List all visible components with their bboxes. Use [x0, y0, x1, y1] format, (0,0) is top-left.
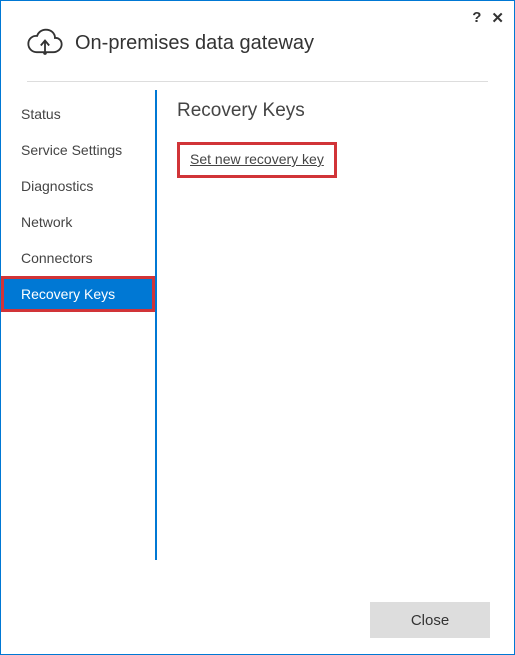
sidebar-item-network[interactable]: Network — [1, 204, 155, 240]
sidebar: Status Service Settings Diagnostics Netw… — [1, 90, 157, 560]
set-recovery-key-link[interactable]: Set new recovery key — [190, 151, 324, 167]
recovery-key-link-highlight: Set new recovery key — [177, 142, 337, 178]
app-logo — [25, 23, 65, 63]
content-pane: Recovery Keys Set new recovery key — [157, 90, 514, 560]
sidebar-item-recovery-keys[interactable]: Recovery Keys — [1, 276, 155, 312]
close-icon[interactable]: ✕ — [491, 9, 504, 27]
help-icon[interactable]: ? — [472, 9, 481, 27]
app-title: On-premises data gateway — [75, 32, 314, 55]
sidebar-item-connectors[interactable]: Connectors — [1, 240, 155, 276]
body: Status Service Settings Diagnostics Netw… — [1, 82, 514, 560]
footer: Close — [370, 602, 490, 638]
close-button[interactable]: Close — [370, 602, 490, 638]
header: On-premises data gateway ? ✕ — [1, 1, 514, 81]
sidebar-item-status[interactable]: Status — [1, 96, 155, 132]
sidebar-item-service-settings[interactable]: Service Settings — [1, 132, 155, 168]
page-title: Recovery Keys — [177, 100, 494, 122]
sidebar-item-diagnostics[interactable]: Diagnostics — [1, 168, 155, 204]
